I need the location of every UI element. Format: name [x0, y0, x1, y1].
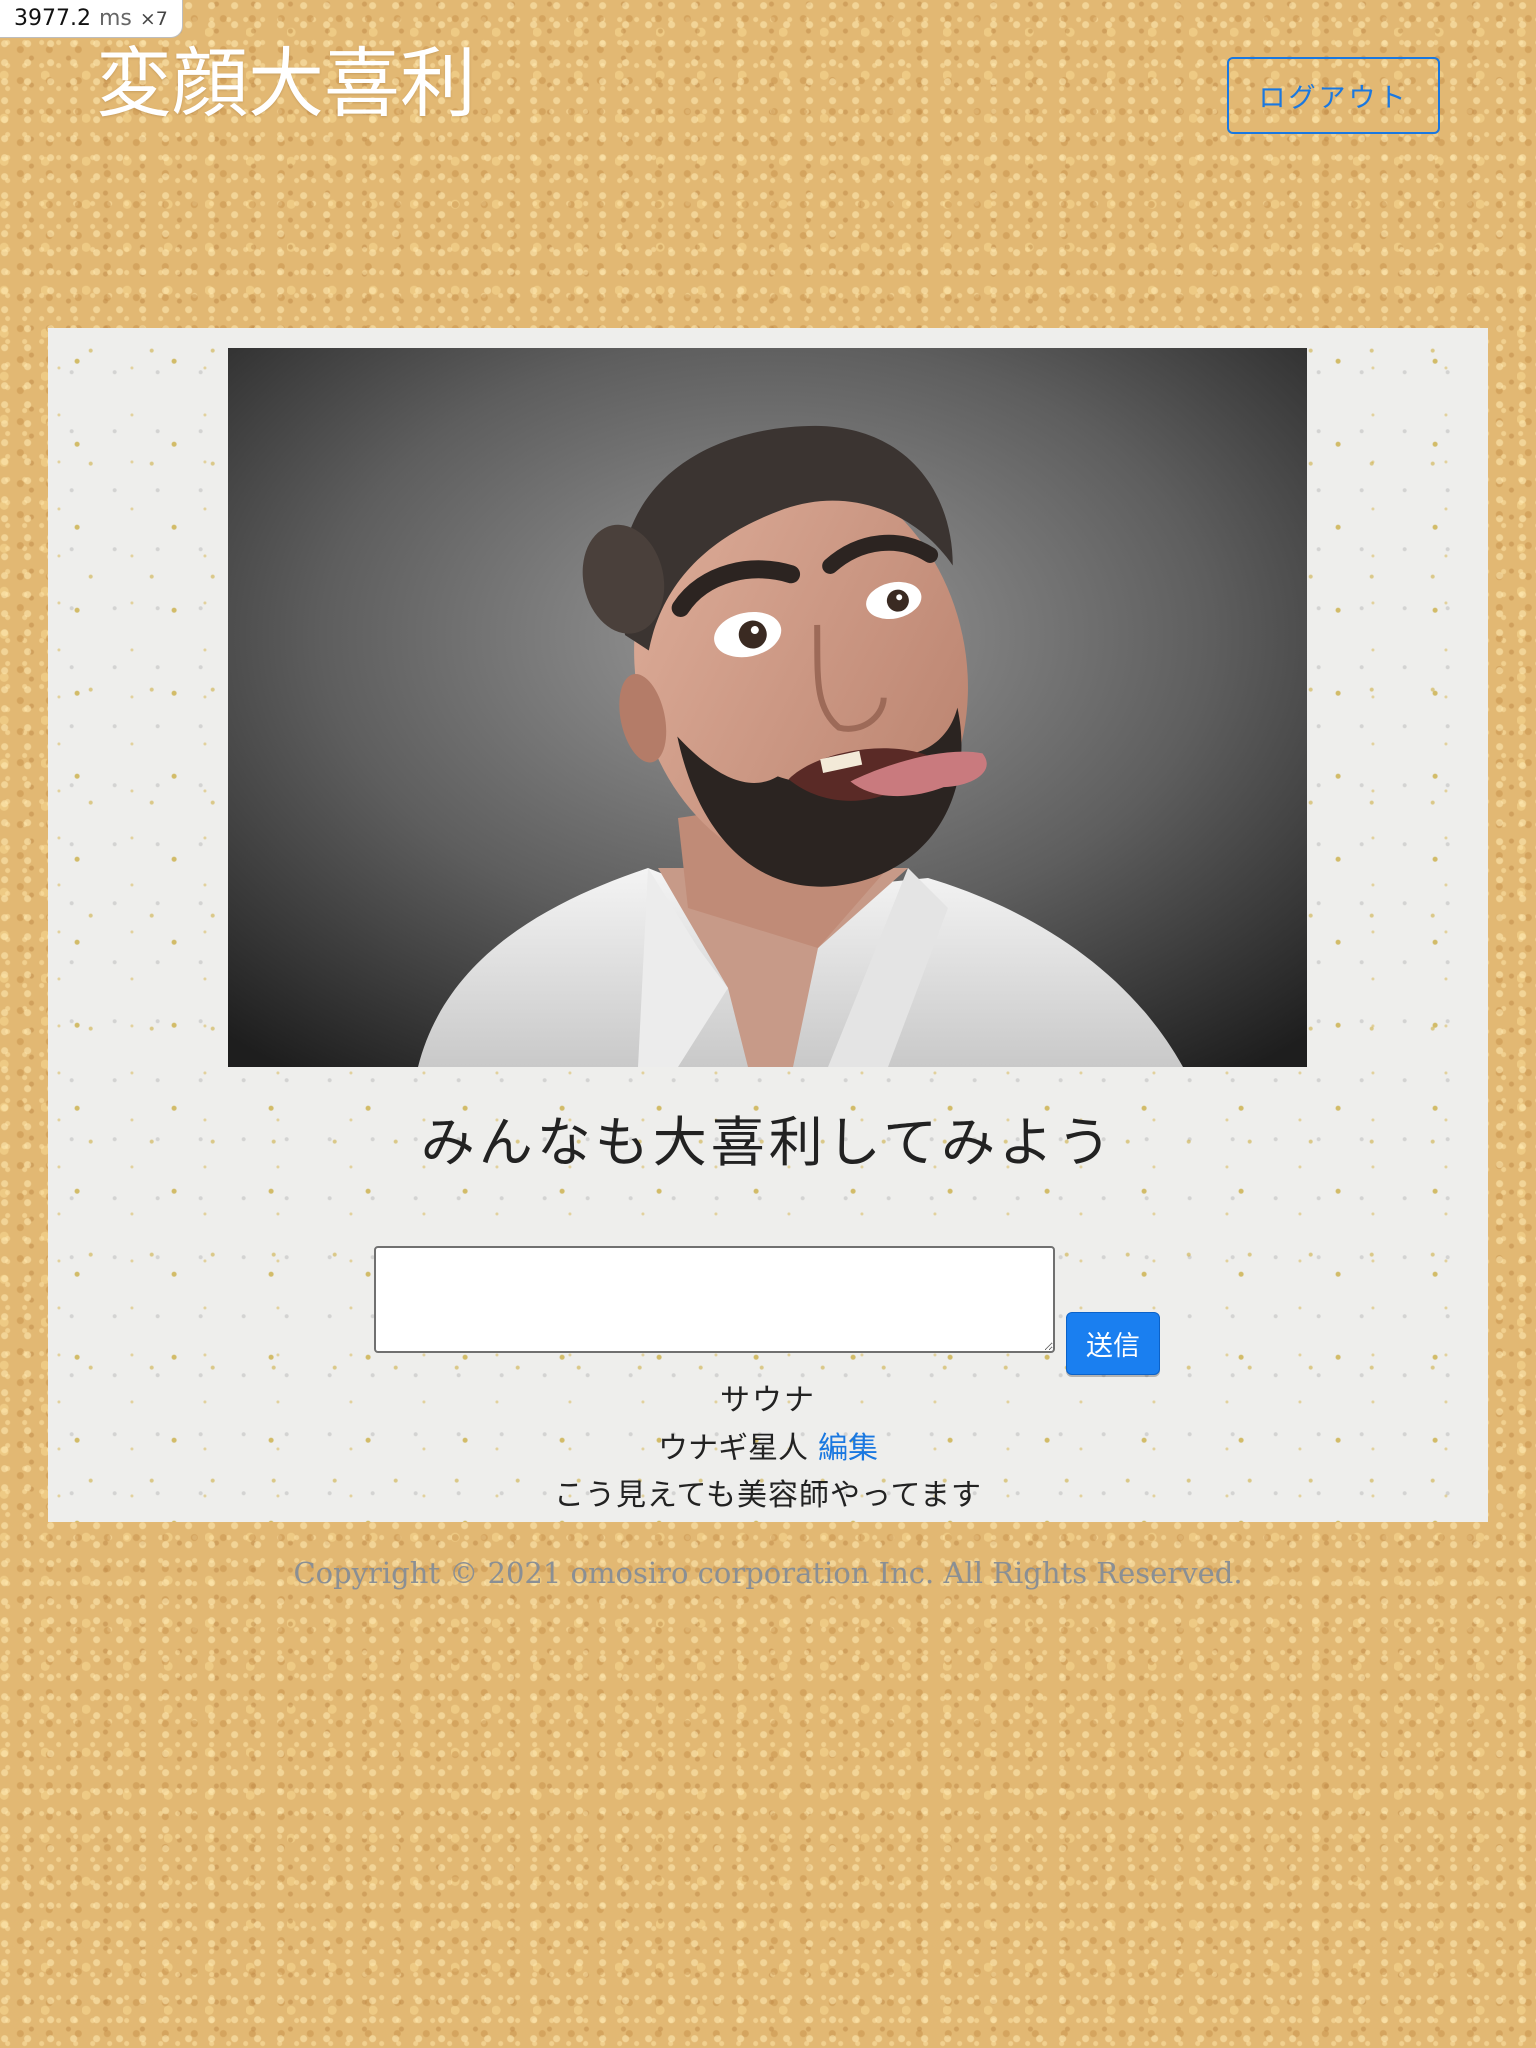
edit-link[interactable]: 編集: [818, 1431, 878, 1466]
answer-author-name: ウナギ星人: [658, 1431, 808, 1466]
answer-author-bio: こう見えても美容師やってます: [554, 1478, 982, 1513]
prompt-heading: みんなも大喜利してみよう: [420, 1111, 1116, 1174]
copyright-text: Copyright © 2021 omosiro corporation Inc…: [293, 1556, 1243, 1590]
site-title[interactable]: 変顔大喜利: [96, 46, 476, 122]
perf-timing-value: 3977.2: [14, 6, 91, 31]
funny-face-photo: [228, 348, 1307, 1067]
logout-button[interactable]: ログアウト: [1227, 57, 1440, 134]
perf-timing-unit: ms: [98, 6, 132, 31]
submit-button[interactable]: 送信: [1066, 1312, 1160, 1375]
content-card: みんなも大喜利してみよう 送信 サウナ ウナギ星人 編集 こう見えても美容師やって…: [48, 328, 1488, 1522]
answer-textarea[interactable]: [374, 1246, 1055, 1353]
perf-timing-multiplier: ×7: [139, 7, 168, 30]
answer-author-row: ウナギ星人 編集: [48, 1434, 1488, 1464]
answer-text: サウナ: [720, 1383, 816, 1418]
perf-timing-badge: 3977.2 ms ×7: [0, 0, 183, 38]
